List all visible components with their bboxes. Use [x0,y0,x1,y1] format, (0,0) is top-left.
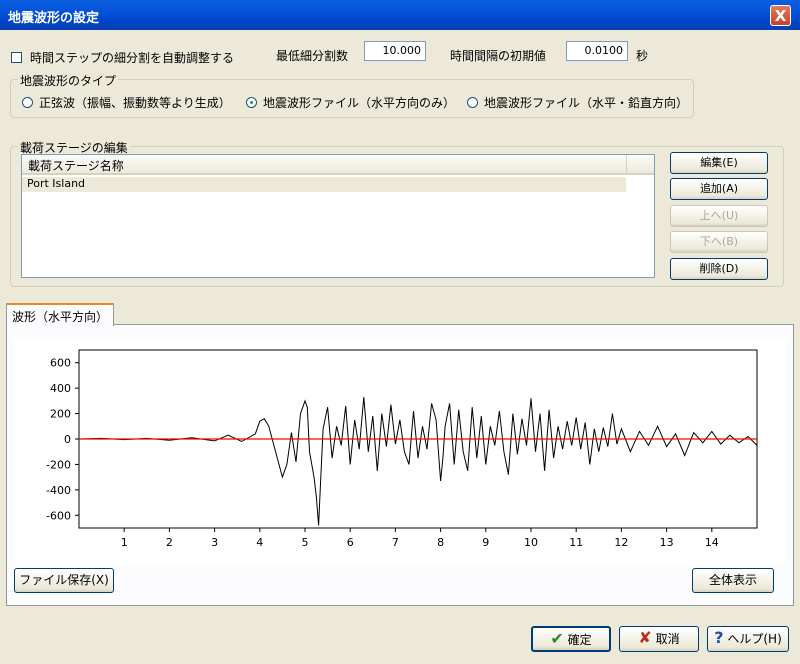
help-label: ヘルプ(H) [727,632,782,646]
x-tick-label: 8 [437,536,444,549]
x-tick-label: 12 [614,536,628,549]
help-button[interactable]: ? ヘルプ(H) [707,626,789,652]
x-tick-label: 3 [211,536,218,549]
list-item[interactable]: Port Island [22,177,626,192]
wave-type-label-horizontal: 地震波形ファイル（水平方向のみ） [263,96,456,110]
auto-subdivide-label: 時間ステップの細分割を自動調整する [30,51,235,65]
check-icon: ✔ [550,629,564,648]
min-divisions-label: 最低細分割数 [276,49,349,63]
show-all-button[interactable]: 全体表示 [692,568,774,593]
wave-type-radio-horizontal[interactable] [246,97,257,108]
x-tick-label: 10 [524,536,538,549]
min-divisions-input[interactable]: 10.000 [364,41,426,61]
initial-dt-unit: 秒 [636,49,649,63]
y-tick-label: -200 [46,458,71,471]
x-tick-label: 4 [256,536,263,549]
edit-button[interactable]: 編集(E) [670,152,768,174]
x-tick-label: 11 [569,536,583,549]
ok-label: 確定 [567,633,592,647]
tab-horizontal-wave[interactable]: 波形（水平方向） [6,303,114,326]
y-tick-label: -400 [46,484,71,497]
cancel-button[interactable]: ✘ 取消 [619,626,699,652]
move-down-button[interactable]: 下へ(B) [670,231,768,253]
waveform-chart: 6004002000-200-400-6001 2 3 4 5 6 7 8 9 10 11 12 13 1… [14,338,786,564]
window-title: 地震波形の設定 [8,11,100,26]
cross-icon: ✘ [638,628,652,647]
stage-list-column-name: 載荷ステージ名称 [28,159,124,173]
move-up-button[interactable]: 上へ(U) [670,205,768,227]
wave-type-radio-horiz-vert[interactable] [467,97,478,108]
cancel-label: 取消 [655,632,680,646]
add-button[interactable]: 追加(A) [670,178,768,200]
initial-dt-label: 時間間隔の初期値 [450,49,547,63]
x-tick-label: 1 [121,536,128,549]
stage-row-label: Port Island [27,177,86,190]
tab-label: 波形（水平方向） [12,310,109,324]
x-tick-label: 2 [166,536,173,549]
x-tick-label: 14 [705,536,719,549]
stage-list-header-filler [626,155,654,175]
y-tick-label: 200 [50,408,71,421]
delete-button[interactable]: 削除(D) [670,258,768,280]
x-tick-label: 5 [302,536,309,549]
file-save-button[interactable]: ファイル保存(X) [14,568,114,593]
y-tick-label: 400 [50,382,71,395]
help-icon: ? [714,628,724,647]
wave-type-label-horiz-vert: 地震波形ファイル（水平・鉛直方向） [484,96,689,110]
wave-type-legend: 地震波形のタイプ [18,72,119,89]
wave-type-radio-sine[interactable] [22,97,33,108]
stage-list[interactable]: 載荷ステージ名称 Port Island [21,154,655,278]
y-tick-label: -600 [46,509,71,522]
x-tick-label: 6 [347,536,354,549]
stage-list-header[interactable]: 載荷ステージ名称 [22,155,626,175]
auto-subdivide-checkbox[interactable] [11,52,22,63]
ok-button[interactable]: ✔ 確定 [531,626,611,652]
y-tick-label: 0 [64,433,71,446]
title-bar: 地震波形の設定 X [0,0,800,30]
wave-type-label-sine: 正弦波（振幅、振動数等より生成） [39,96,231,110]
x-tick-label: 13 [660,536,674,549]
x-tick-label: 7 [392,536,399,549]
initial-dt-input[interactable]: 0.0100 [566,41,628,61]
close-button[interactable]: X [770,5,791,26]
close-icon: X [774,7,787,25]
x-tick-label: 9 [482,536,489,549]
y-tick-label: 600 [50,357,71,370]
